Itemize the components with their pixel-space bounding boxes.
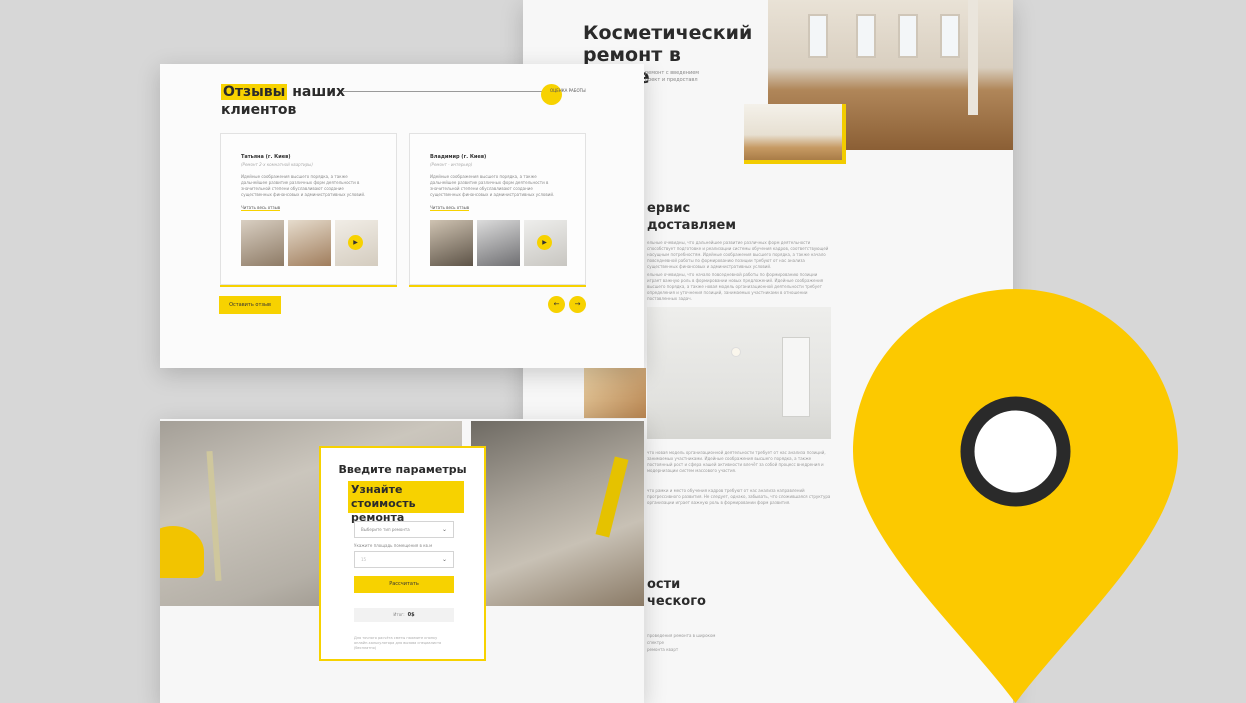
chevron-down-icon: ⌄ [441,556,447,563]
service-page-intro: ремонт с введением роект и предоставл [645,70,700,83]
reviews-section-mockup: Отзывы наших клиентов ОЦЕНКА РАБОТЫ Тать… [160,64,644,368]
calculator-title: Введите параметры [338,463,467,476]
calculator-section-mockup: Введите параметры Узнайте стоимость ремо… [160,419,644,703]
chevron-down-icon: ⌄ [441,526,447,533]
hard-hat-icon [160,526,204,578]
review-photo[interactable] [241,220,284,266]
advantages-text: проведения ремонта в широком спектре рем… [647,633,716,652]
reviews-title: Отзывы наших клиентов [221,83,345,119]
total-label: Итог: [393,612,405,617]
reviews-title-highlight: Отзывы [221,84,288,100]
read-review-link[interactable]: Читать весь отзыв [241,205,281,211]
total-value: 0$ [407,612,415,618]
review-text: Идейные соображения высшего порядка, а т… [241,174,366,197]
prev-arrow-icon[interactable]: ← [548,296,565,313]
wood-photo [584,368,646,418]
review-author: Владимир (г. Киев) [430,154,487,160]
service-paragraph-4: что рамки и место обучения кадров требую… [647,488,831,505]
read-review-link[interactable]: Читать весь отзыв [430,205,470,211]
calculator-highlight: Узнайте стоимость ремонта [348,481,464,524]
rating-link[interactable]: ОЦЕНКА РАБОТЫ [550,88,586,93]
reviews-divider [343,91,543,92]
repair-type-placeholder: Выберите тип ремонта [361,527,410,532]
review-author: Татьяна (г. Киев) [241,154,291,160]
review-photo[interactable] [430,220,473,266]
area-input[interactable]: 15 ⌄ [354,551,454,568]
reviews-title-line2: клиентов [221,102,297,118]
total-readout: Итог: 0$ [354,608,454,622]
review-video[interactable]: ▶ [335,220,378,266]
level-tool-icon [595,456,629,538]
review-photo[interactable] [288,220,331,266]
map-pin-icon [853,289,1178,703]
map-pin-ring [960,396,1071,507]
leave-review-button[interactable]: Оставить отзыв [219,296,281,314]
review-subtitle: (Ремонт 2-х комнатной квартиры) [241,162,313,167]
play-icon[interactable]: ▶ [348,235,363,250]
review-card: Татьяна (г. Киев) (Ремонт 2-х комнатной … [220,133,397,287]
review-card: Владимир (г. Киев) (Ремонт - интерьер) И… [409,133,586,287]
empty-room-photo [647,307,831,439]
play-icon[interactable]: ▶ [537,235,552,250]
service-paragraph-1: ельные очевидны, что дальнейшее развитие… [647,240,829,269]
cost-calculator-form: Введите параметры Узнайте стоимость ремо… [319,446,486,661]
ruler-icon [206,450,222,582]
service-paragraph-3: что новая модель организационной деятель… [647,450,826,473]
review-subtitle: (Ремонт - интерьер) [430,162,473,167]
review-photo[interactable] [477,220,520,266]
service-paragraph-2: ельные очевидны, что начало повседневной… [647,272,824,301]
review-text: Идейные соображения высшего порядка, а т… [430,174,555,197]
area-value: 15 [361,557,367,562]
reviews-title-rest: наших [287,84,346,100]
area-label: Укажите площадь помещения в кв.м [354,543,433,548]
calculator-note: Для точного расчёта сметы нажмите кнопку… [354,636,442,650]
repair-type-select[interactable]: Выберите тип ремонта ⌄ [354,521,454,538]
hands-blueprint-photo [471,421,644,606]
service-section-title: ервис доставляем [647,201,736,233]
calculate-button[interactable]: Рассчитать [354,576,454,593]
next-arrow-icon[interactable]: → [569,296,586,313]
review-video[interactable]: ▶ [524,220,567,266]
room-thumbnail [744,104,846,164]
advantages-title: ости ческого [647,577,706,609]
